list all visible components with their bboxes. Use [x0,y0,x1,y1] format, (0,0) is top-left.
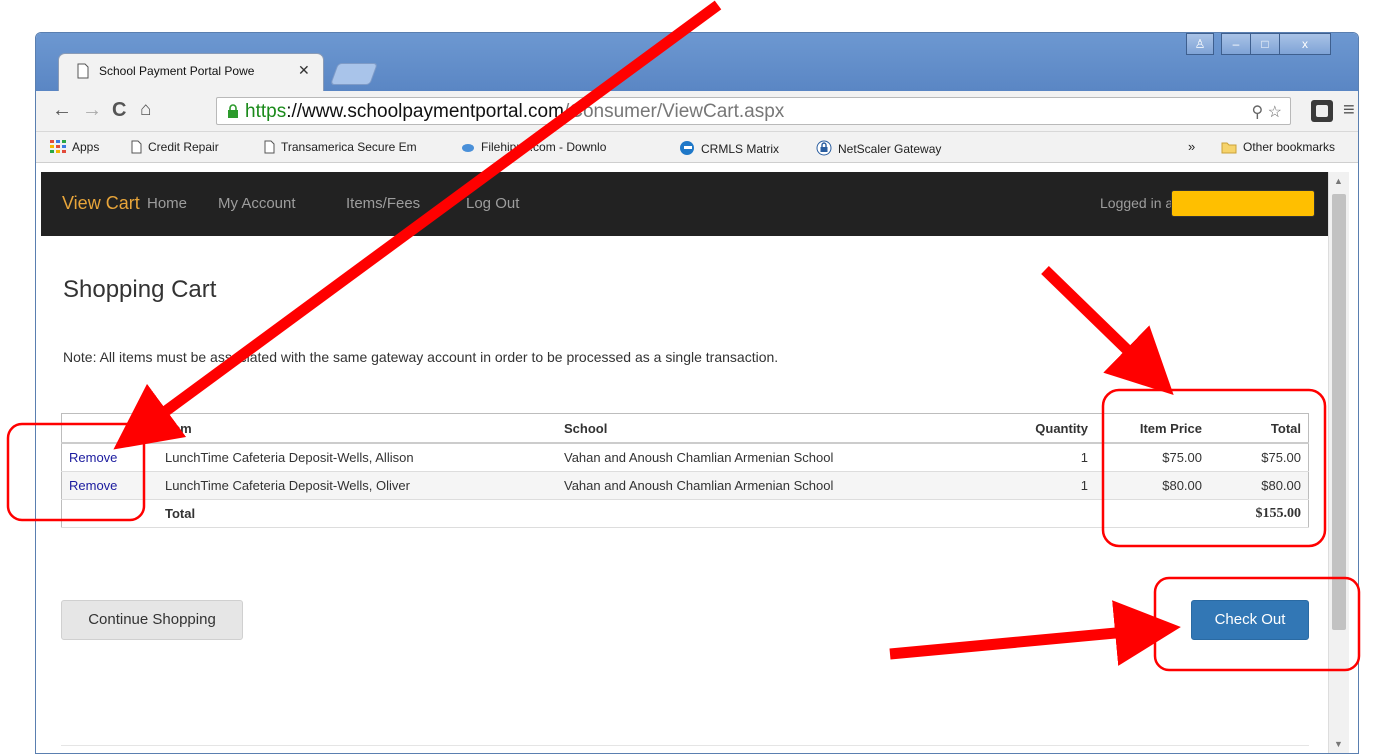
bookmark-label: Apps [72,140,100,154]
bookmark-netscaler[interactable]: NetScaler Gateway [816,140,941,156]
browser-toolbar: ← → C ⌂ https://www.schoolpaymentportal.… [36,91,1358,132]
folder-icon [1221,142,1237,154]
forward-icon[interactable]: → [82,99,102,121]
profile-icon[interactable]: ♙ [1186,33,1214,55]
logged-in-label: Logged in as [1100,195,1181,211]
cell-empty [971,499,1095,528]
nav-my-account[interactable]: My Account [218,195,296,212]
check-out-button[interactable]: Check Out [1191,600,1309,640]
col-item-price: Item Price [1095,413,1209,444]
menu-icon[interactable]: ≡ [1343,99,1355,122]
apps-grid-icon [50,140,66,153]
cell-school: Vahan and Anoush Chamlian Armenian Schoo… [557,471,971,500]
extension-icon[interactable] [1311,100,1333,122]
bookmark-crmls[interactable]: CRMLS Matrix [679,140,779,156]
cart-note: Note: All items must be associated with … [63,349,779,365]
minimize-button[interactable]: – [1221,33,1251,55]
table-header-row: Item School Quantity Item Price Total [61,413,1309,444]
scrollbar-thumb[interactable] [1332,194,1346,630]
close-tab-icon[interactable]: ✕ [298,62,310,79]
cell-price: $80.00 [1095,471,1209,500]
bookmark-transamerica[interactable]: Transamerica Secure Em [264,140,417,154]
browser-window: School Payment Portal Powe ✕ ♙ – □ x ← →… [35,32,1359,754]
other-bookmarks[interactable]: Other bookmarks [1221,140,1335,154]
total-value: $155.00 [1209,499,1309,528]
other-bookmarks-label: Other bookmarks [1243,140,1336,154]
close-window-button[interactable]: x [1279,33,1331,55]
cell-item: LunchTime Cafeteria Deposit-Wells, Olive… [158,471,557,500]
matrix-icon [680,141,694,155]
new-tab-button[interactable] [329,63,379,85]
col-school: School [557,413,971,444]
cell-action: Remove [61,443,158,472]
url-path: /Consumer/ViewCart.aspx [563,101,785,122]
bookmark-label: NetScaler Gateway [838,142,942,156]
remove-link[interactable]: Remove [69,478,117,493]
zoom-star-icons[interactable]: ⚲ ☆ [1251,102,1282,122]
nav-log-out[interactable]: Log Out [466,195,519,212]
bookmark-label: Credit Repair [148,140,219,154]
cell-school: Vahan and Anoush Chamlian Armenian Schoo… [557,443,971,472]
bookmark-apps[interactable]: Apps [50,140,99,154]
page-icon [131,140,142,154]
title-bar: School Payment Portal Powe ✕ ♙ – □ x [36,33,1358,91]
nav-brand[interactable]: View Cart [62,193,140,214]
bookmark-label: Transamerica Secure Em [281,140,417,154]
table-row: Remove LunchTime Cafeteria Deposit-Wells… [61,471,1309,500]
home-icon[interactable]: ⌂ [140,99,151,121]
cell-empty [557,499,971,528]
reload-icon[interactable]: C [112,99,126,121]
cell-empty [61,499,158,528]
nav-home[interactable]: Home [147,195,187,212]
url-text: https://www.schoolpaymentportal.com/Cons… [245,101,784,123]
col-item: Item [158,413,557,444]
cell-empty [1095,499,1209,528]
scroll-down-icon[interactable]: ▼ [1334,739,1343,749]
back-icon[interactable]: ← [52,99,72,121]
bookmark-credit-repair[interactable]: Credit Repair [131,140,219,154]
filehippo-icon [462,144,474,152]
nav-items-fees[interactable]: Items/Fees [346,195,420,212]
page-title: Shopping Cart [63,276,217,303]
total-label: Total [158,499,557,528]
bookmarks-overflow-icon[interactable]: » [1188,139,1195,154]
browser-tab[interactable]: School Payment Portal Powe ✕ [58,53,324,91]
col-action [61,413,158,444]
cart-table: Item School Quantity Item Price Total Re… [61,413,1309,528]
table-row: Remove LunchTime Cafeteria Deposit-Wells… [61,443,1309,472]
bookmark-label: CRMLS Matrix [701,142,780,156]
page-scrollbar[interactable]: ▲ ▼ [1328,172,1349,753]
site-navbar: View Cart Home My Account Items/Fees Log… [41,172,1328,236]
page-icon [77,63,89,79]
page-icon [264,140,275,154]
col-total: Total [1209,413,1309,444]
lock-icon [228,104,238,118]
address-bar[interactable]: https://www.schoolpaymentportal.com/Cons… [216,97,1291,125]
cell-total: $75.00 [1209,443,1309,472]
remove-link[interactable]: Remove [69,450,117,465]
cell-item: LunchTime Cafeteria Deposit-Wells, Allis… [158,443,557,472]
total-row: Total $155.00 [61,499,1309,528]
web-page: View Cart Home My Account Items/Fees Log… [41,172,1328,753]
bookmarks-bar: Apps Credit Repair Transamerica Secure E… [36,132,1358,163]
gateway-icon [816,140,832,156]
url-host: ://www.schoolpaymentportal.com [286,101,564,122]
redacted-username [1171,190,1315,217]
maximize-button[interactable]: □ [1250,33,1280,55]
cell-price: $75.00 [1095,443,1209,472]
divider [61,745,1309,746]
url-scheme: https [245,101,287,122]
cell-quantity: 1 [971,443,1095,472]
continue-shopping-button[interactable]: Continue Shopping [61,600,243,640]
cell-action: Remove [61,471,158,500]
col-quantity: Quantity [971,413,1095,444]
cell-total: $80.00 [1209,471,1309,500]
bookmark-label: Filehippo.com - Downlo [481,140,607,154]
bookmark-filehippo[interactable]: Filehippo.com - Downlo [461,140,606,154]
tab-title: School Payment Portal Powe [99,64,255,78]
cell-quantity: 1 [971,471,1095,500]
scroll-up-icon[interactable]: ▲ [1334,176,1343,186]
